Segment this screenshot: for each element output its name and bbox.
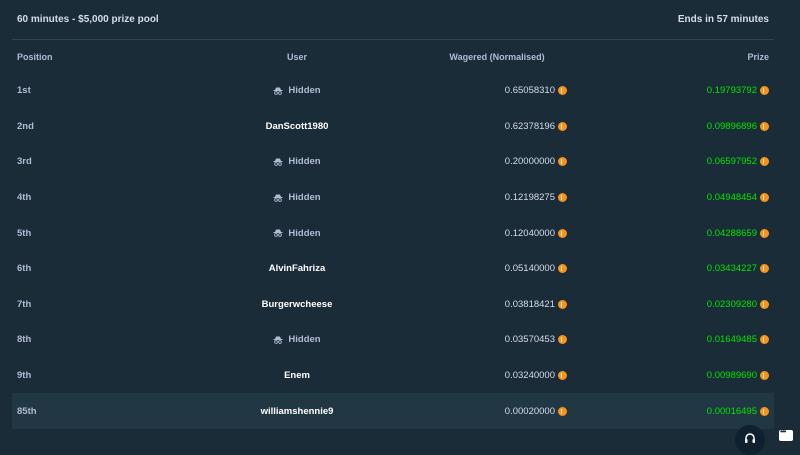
user-name: Hidden	[288, 334, 321, 346]
hidden-user: Hidden	[273, 85, 321, 97]
position-rank: 2nd	[17, 120, 34, 132]
contest-countdown: Ends in 57 minutes	[677, 14, 769, 25]
wagered-amount: 0.12040000	[504, 227, 555, 239]
prize-amount: 0.04948454	[706, 192, 757, 204]
position-rank: 9th	[17, 370, 32, 382]
wagered-amount: 0.12198275	[504, 192, 555, 204]
table-row: 6th AlvinFahriza 0.05140000 0.03434227	[12, 251, 774, 287]
bitcoin-coin-icon	[760, 371, 769, 381]
prize-amount: 0.04288659	[706, 227, 757, 239]
leaderboard-rows: 1st Hidden 0.65058310 0.19793792 2nd DanScott…	[12, 73, 774, 429]
table-row: 9th Enem 0.03240000 0.00989690	[12, 358, 774, 394]
bitcoin-coin-icon	[760, 264, 769, 274]
prize-amount: 0.02309280	[706, 298, 757, 310]
wagered-amount: 0.00020000	[504, 405, 555, 417]
table-header: Position User Wagered (Normalised) Prize	[12, 40, 774, 73]
bitcoin-coin-icon	[558, 406, 567, 416]
table-row: 2nd DanScott1980 0.62378196 0.09896896	[12, 109, 774, 145]
wagered-amount: 0.05140000	[504, 263, 555, 275]
column-header-wagered: Wagered (Normalised)	[449, 51, 545, 62]
prize-amount: 0.03434227	[706, 263, 757, 275]
position-rank: 1st	[17, 85, 31, 97]
prize-amount: 0.09896896	[706, 120, 757, 132]
position-rank: 4th	[17, 192, 32, 204]
wagered-amount: 0.65058310	[504, 85, 555, 97]
user-name: Hidden	[288, 192, 321, 204]
hidden-user: Hidden	[273, 192, 321, 204]
column-header-user: User	[286, 51, 307, 62]
hidden-user: Hidden	[273, 156, 321, 168]
wagered-amount: 0.62378196	[504, 120, 555, 132]
bitcoin-coin-icon	[760, 86, 769, 96]
bitcoin-coin-icon	[558, 299, 567, 309]
bitcoin-coin-icon	[760, 335, 769, 345]
leaderboard-header: 60 minutes - $5,000 prize pool Ends in 5…	[12, 0, 774, 40]
prize-amount: 0.00989690	[706, 370, 757, 382]
position-rank: 85th	[17, 405, 37, 417]
bitcoin-coin-icon	[760, 299, 769, 309]
bitcoin-coin-icon	[558, 157, 567, 167]
table-row: 1st Hidden 0.65058310 0.19793792	[12, 73, 774, 109]
wagered-amount: 0.03570453	[504, 334, 555, 346]
incognito-icon	[273, 194, 283, 202]
chat-icon[interactable]	[779, 427, 793, 441]
incognito-icon	[273, 158, 283, 166]
table-row: 4th Hidden 0.12198275 0.04948454	[12, 180, 774, 216]
bitcoin-coin-icon	[760, 157, 769, 167]
incognito-icon	[273, 336, 283, 344]
hidden-user: Hidden	[273, 334, 321, 346]
wagered-amount: 0.03818421	[504, 298, 555, 310]
bitcoin-coin-icon	[558, 264, 567, 274]
table-row: 8th Hidden 0.03570453 0.01649485	[12, 322, 774, 358]
bitcoin-coin-icon	[558, 228, 567, 238]
leaderboard-panel: 60 minutes - $5,000 prize pool Ends in 5…	[12, 0, 774, 445]
incognito-icon	[273, 229, 283, 238]
bitcoin-coin-icon	[558, 86, 567, 96]
position-rank: 8th	[17, 334, 32, 346]
prize-amount: 0.00016495	[706, 405, 757, 417]
table-row: 5th Hidden 0.12040000 0.04288659	[12, 215, 774, 251]
column-header-prize: Prize	[747, 51, 769, 62]
prize-amount: 0.06597952	[706, 156, 757, 168]
user-name[interactable]: DanScott1980	[266, 121, 329, 132]
bitcoin-coin-icon	[558, 193, 567, 203]
user-name[interactable]: Burgerwcheese	[262, 299, 333, 310]
user-name[interactable]: Enem	[284, 370, 310, 381]
prize-amount: 0.01649485	[706, 334, 757, 346]
position-rank: 3rd	[17, 156, 32, 168]
bitcoin-coin-icon	[760, 193, 769, 203]
table-row: 3rd Hidden 0.20000000 0.06597952	[12, 144, 774, 180]
wagered-amount: 0.20000000	[504, 156, 555, 168]
bitcoin-coin-icon	[760, 121, 769, 131]
user-name[interactable]: AlvinFahriza	[269, 263, 326, 274]
support-button[interactable]	[735, 425, 765, 455]
position-rank: 7th	[17, 298, 32, 310]
hidden-user: Hidden	[273, 227, 321, 239]
user-name: Hidden	[288, 227, 321, 239]
bitcoin-coin-icon	[760, 228, 769, 238]
column-header-position: Position	[17, 51, 53, 62]
bitcoin-coin-icon	[760, 406, 769, 416]
bitcoin-coin-icon	[558, 335, 567, 345]
table-row: 85th williamshennie9 0.00020000 0.00016495	[12, 393, 774, 429]
position-rank: 6th	[17, 263, 32, 275]
user-name[interactable]: williamshennie9	[261, 406, 334, 417]
bitcoin-coin-icon	[558, 371, 567, 381]
position-rank: 5th	[17, 227, 32, 239]
contest-title: 60 minutes - $5,000 prize pool	[17, 14, 159, 25]
user-name: Hidden	[288, 156, 321, 168]
table-row: 7th Burgerwcheese 0.03818421 0.02309280	[12, 287, 774, 323]
incognito-icon	[273, 87, 283, 95]
wagered-amount: 0.03240000	[504, 370, 555, 382]
headset-icon	[745, 433, 755, 443]
user-name: Hidden	[288, 85, 321, 97]
bitcoin-coin-icon	[558, 121, 567, 131]
prize-amount: 0.19793792	[706, 85, 757, 97]
